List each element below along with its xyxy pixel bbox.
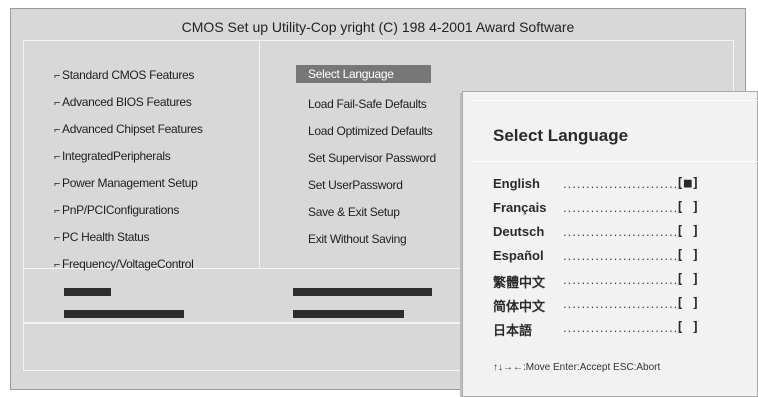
navigation-hint: ↑↓→←:Move Enter:Accept ESC:Abort xyxy=(493,362,661,373)
language-option-english[interactable]: English ................................… xyxy=(493,176,743,196)
menu-item-load-optimized[interactable]: Load Optimized Defaults xyxy=(296,122,441,140)
language-checkbox[interactable]: [ ] xyxy=(676,272,699,287)
submenu-arrow-icon: ⌐ xyxy=(54,178,61,190)
menu-item-integrated-peripherals[interactable]: ⌐ IntegratedPeripherals xyxy=(54,149,171,163)
menu-item-set-supervisor-password[interactable]: Set Supervisor Password xyxy=(296,149,444,167)
language-checkbox[interactable]: [ ] xyxy=(676,200,699,215)
menu-item-save-exit[interactable]: Save & Exit Setup xyxy=(296,203,408,221)
menu-item-exit-without-saving[interactable]: Exit Without Saving xyxy=(296,230,414,248)
menu-item-advanced-chipset[interactable]: ⌐ Advanced Chipset Features xyxy=(54,122,203,136)
language-checkbox[interactable]: [■] xyxy=(676,176,699,191)
help-text-bar xyxy=(64,288,111,296)
submenu-arrow-icon: ⌐ xyxy=(54,151,61,163)
menu-item-standard-cmos[interactable]: ⌐ Standard CMOS Features xyxy=(54,68,194,82)
dialog-title: Select Language xyxy=(493,126,629,145)
menu-item-pc-health[interactable]: ⌐ PC Health Status xyxy=(54,230,150,244)
submenu-arrow-icon: ⌐ xyxy=(54,232,61,244)
menu-item-power-management[interactable]: ⌐ Power Management Setup xyxy=(54,176,198,190)
select-language-dialog: Select Language English ................… xyxy=(462,91,758,397)
menu-item-load-fail-safe[interactable]: Load Fail-Safe Defaults xyxy=(296,95,435,113)
submenu-arrow-icon: ⌐ xyxy=(54,124,61,136)
language-checkbox[interactable]: [ ] xyxy=(676,296,699,311)
language-option-deutsch[interactable]: Deutsch ................................… xyxy=(493,224,743,244)
submenu-arrow-icon: ⌐ xyxy=(54,205,61,217)
help-text-bar xyxy=(293,310,404,318)
language-option-japanese[interactable]: 日本語 ....................................… xyxy=(493,320,743,340)
help-text-bar xyxy=(64,310,184,318)
help-text-bar xyxy=(293,288,432,296)
language-option-traditional-chinese[interactable]: 繁體中文 ...................................… xyxy=(493,272,743,292)
submenu-arrow-icon: ⌐ xyxy=(54,70,61,82)
menu-item-pnp-pci[interactable]: ⌐ PnP/PCIConfigurations xyxy=(54,203,179,217)
language-checkbox[interactable]: [ ] xyxy=(676,224,699,239)
language-option-francais[interactable]: Français ...............................… xyxy=(493,200,743,220)
language-checkbox[interactable]: [ ] xyxy=(676,248,699,263)
bios-title: CMOS Set up Utility-Cop yright (C) 198 4… xyxy=(181,19,575,35)
menu-divider xyxy=(259,40,260,269)
menu-item-advanced-bios[interactable]: ⌐ Advanced BIOS Features xyxy=(54,95,192,109)
language-option-simplified-chinese[interactable]: 简体中文 ...................................… xyxy=(493,296,743,316)
submenu-arrow-icon: ⌐ xyxy=(54,97,61,109)
menu-item-select-language[interactable]: Select Language xyxy=(296,65,431,83)
language-checkbox[interactable]: [ ] xyxy=(676,320,699,335)
menu-item-set-user-password[interactable]: Set UserPassword xyxy=(296,176,411,194)
language-option-espanol[interactable]: Español ................................… xyxy=(493,248,743,268)
